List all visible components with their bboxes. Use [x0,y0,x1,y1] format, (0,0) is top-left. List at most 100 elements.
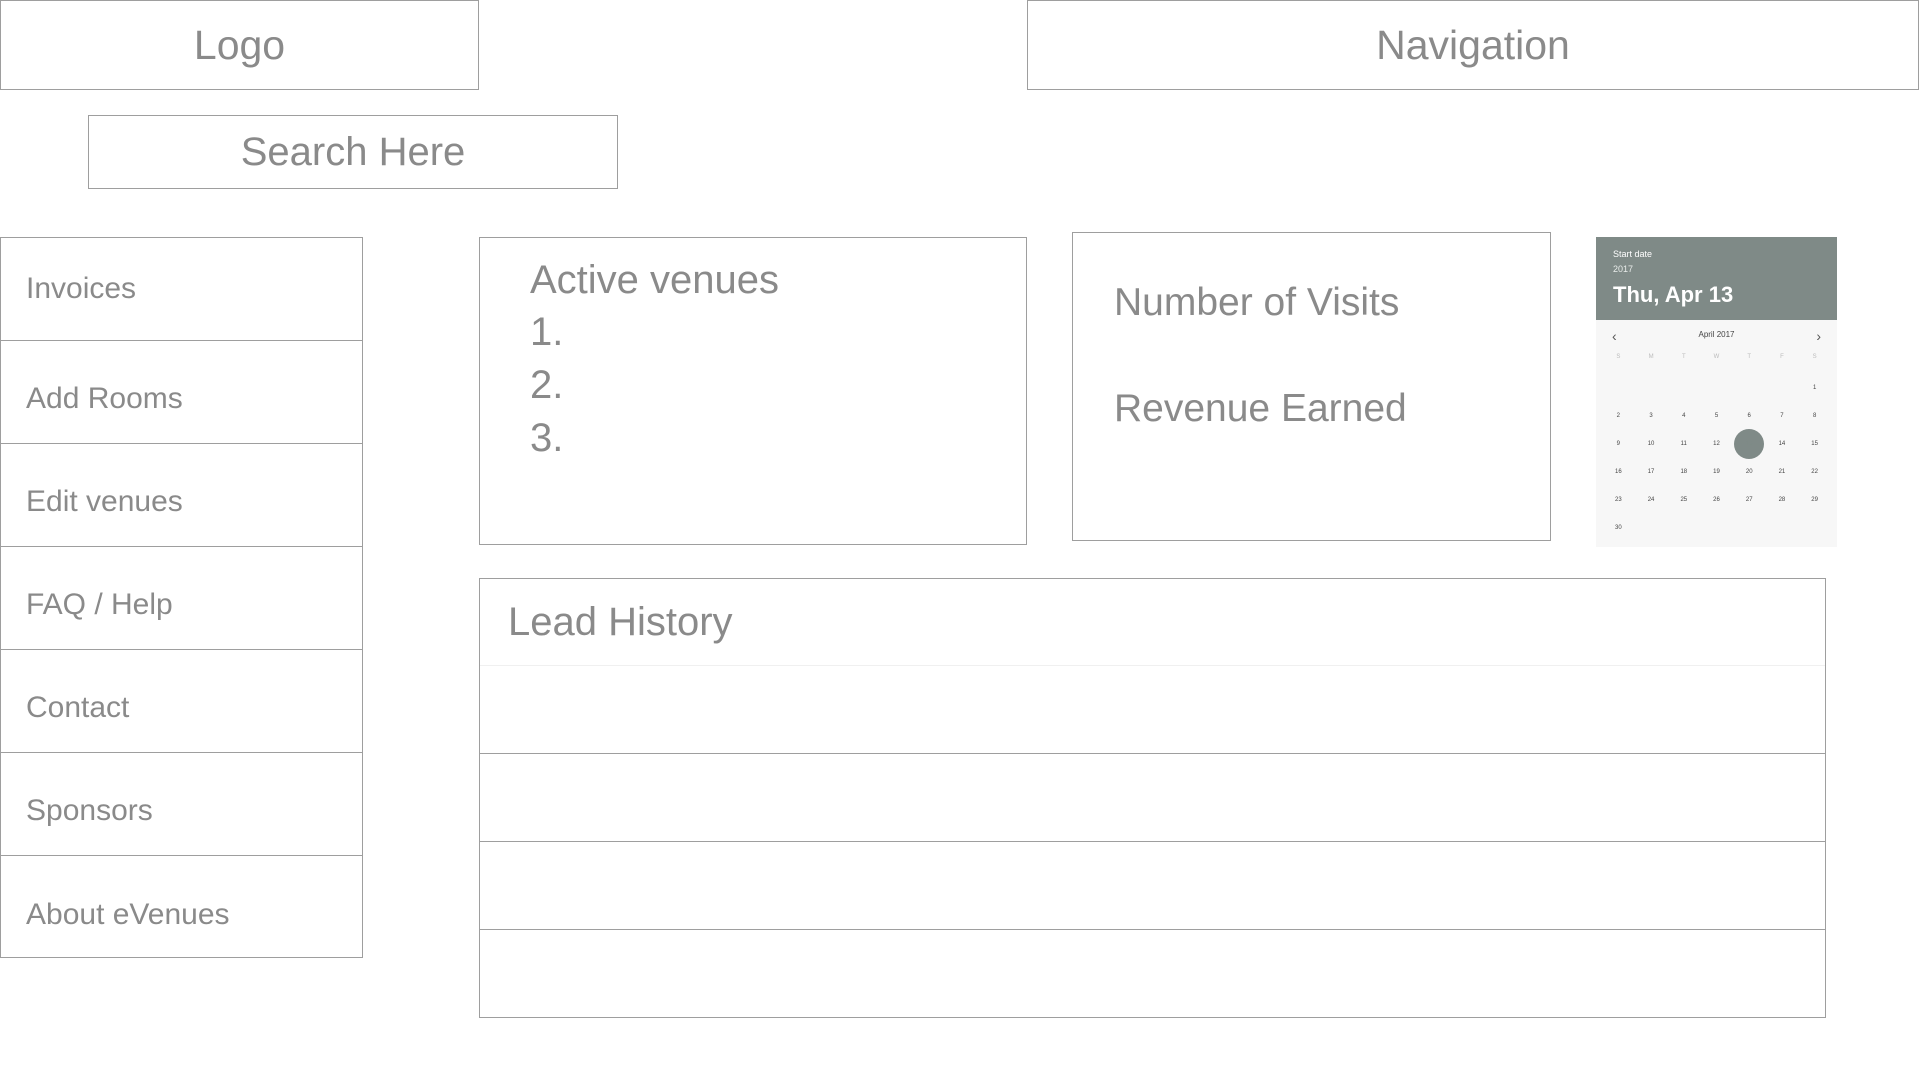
calendar-day[interactable]: 30 [1602,514,1635,542]
calendar-day[interactable]: 5 [1700,402,1733,430]
sidebar-item-faq-help[interactable]: FAQ / Help [1,547,362,650]
calendar-day[interactable]: 18 [1667,458,1700,486]
table-row[interactable] [480,842,1825,930]
calendar-day[interactable]: 9 [1602,430,1635,458]
calendar-weekday: T [1747,354,1752,360]
calendar-day[interactable]: 15 [1798,430,1831,458]
sidebar-item-label: Contact [26,691,130,724]
calendar-day[interactable]: 24 [1635,486,1668,514]
sidebar-item-add-rooms[interactable]: Add Rooms [1,341,362,444]
calendar-day-label: 24 [1647,497,1655,503]
calendar-day-label: 22 [1811,469,1818,475]
navigation-label: Navigation [1376,21,1570,68]
calendar-day-label: 20 [1745,469,1753,475]
table-row[interactable] [480,666,1825,754]
calendar-weekday: M [1648,354,1654,360]
calendar-day-label: 18 [1680,469,1688,475]
calendar-header: Start date 2017 Thu, Apr 13 [1596,237,1837,320]
calendar-day[interactable]: 2 [1602,402,1635,430]
calendar-day[interactable]: 11 [1667,430,1700,458]
calendar-day[interactable]: 21 [1766,458,1799,486]
calendar-day-selected[interactable]: 13 [1733,429,1766,459]
lead-history-title: Lead History [480,579,1825,666]
venue-list-item[interactable]: 2. [530,359,1026,412]
calendar-day[interactable]: 16 [1602,458,1635,486]
calendar-day-label: 26 [1713,497,1720,503]
stats-panel: Number of Visits Revenue Earned [1072,232,1551,541]
calendar-label: Start date [1613,249,1653,259]
calendar-day-label: 17 [1647,469,1655,475]
revenue-label: Revenue Earned [1114,387,1407,430]
calendar-weekday: W [1713,354,1720,360]
calendar-weekday: S [1812,354,1817,360]
calendar-weekdays: SMTWTFS [1602,354,1831,360]
calendar-blank [1766,374,1799,402]
calendar-day[interactable]: 4 [1667,402,1700,430]
calendar-day-label: 4 [1682,413,1686,419]
logo-text: Logo [193,21,286,68]
calendar-day-label: 12 [1713,441,1720,447]
calendar-day[interactable]: 6 [1733,402,1766,430]
calendar-day[interactable]: 23 [1602,486,1635,514]
calendar-blank [1700,374,1733,402]
calendar-day-label: 30 [1615,525,1622,531]
calendar-day[interactable]: 12 [1700,430,1733,458]
calendar-day-label: 5 [1714,413,1719,419]
sidebar-item-label: Invoices [26,272,137,305]
calendar-day[interactable]: 17 [1635,458,1668,486]
calendar-day-label: 1 [1812,385,1817,391]
search-placeholder: Search Here [240,129,466,174]
sidebar-item-contact[interactable]: Contact [1,650,362,753]
calendar-selected-date: Thu, Apr 13 [1613,282,1734,307]
calendar-blank [1602,374,1635,402]
logo[interactable]: Logo [0,0,479,90]
active-venues-title: Active venues [530,258,780,302]
calendar-month: April 2017 [1698,330,1735,339]
calendar-day-label: 8 [1812,413,1817,419]
calendar-day[interactable]: 19 [1700,458,1733,486]
calendar-day-label: 2 [1616,413,1621,419]
calendar-day[interactable]: 8 [1798,402,1831,430]
calendar-day[interactable]: 1 [1798,374,1831,402]
calendar-day-label: 15 [1811,441,1818,447]
sidebar-item-about[interactable]: About eVenues [1,856,362,959]
table-row[interactable] [480,930,1825,1018]
calendar-weekday: F [1780,354,1784,360]
calendar-day[interactable]: 25 [1667,486,1700,514]
calendar-day[interactable]: 7 [1766,402,1799,430]
calendar-day-label: 13 [1734,429,1765,459]
calendar-year[interactable]: 2017 [1613,264,1633,274]
calendar-day[interactable]: 3 [1635,402,1668,430]
calendar-day-label: 6 [1747,413,1751,419]
venue-list-item[interactable]: 1. [530,306,1026,359]
calendar-day-label: 14 [1778,441,1786,447]
calendar-day-label: 9 [1616,441,1621,447]
calendar-day[interactable]: 28 [1766,486,1799,514]
calendar-day[interactable]: 27 [1733,486,1766,514]
calendar-weekday: S [1616,354,1621,360]
calendar-day-label: 19 [1713,469,1720,475]
calendar-day[interactable]: 22 [1798,458,1831,486]
search-input[interactable]: Search Here [88,115,618,189]
calendar-blank [1635,374,1668,402]
calendar-day[interactable]: 29 [1798,486,1831,514]
calendar-day-label: 10 [1647,441,1655,447]
lead-history-rows [480,666,1825,1018]
calendar-day[interactable]: 20 [1733,458,1766,486]
venue-list-item[interactable]: 3. [530,412,1026,465]
visits-label: Number of Visits [1114,281,1400,324]
calendar-day[interactable]: 26 [1700,486,1733,514]
calendar-day-label: 16 [1615,469,1622,475]
calendar-day-label: 27 [1745,497,1753,503]
calendar-day[interactable]: 10 [1635,430,1668,458]
calendar-day-label: 7 [1780,413,1784,419]
date-picker[interactable]: Start date 2017 Thu, Apr 13 ‹ April 2017… [1596,237,1837,547]
sidebar-item-invoices[interactable]: Invoices [1,238,362,341]
sidebar-item-edit-venues[interactable]: Edit venues [1,444,362,547]
navigation-bar[interactable]: Navigation [1027,0,1919,90]
sidebar-item-sponsors[interactable]: Sponsors [1,753,362,856]
table-row[interactable] [480,754,1825,842]
chevron-right-icon[interactable]: › [1816,328,1821,344]
sidebar-item-label: About eVenues [26,897,230,931]
calendar-day[interactable]: 14 [1766,430,1799,458]
